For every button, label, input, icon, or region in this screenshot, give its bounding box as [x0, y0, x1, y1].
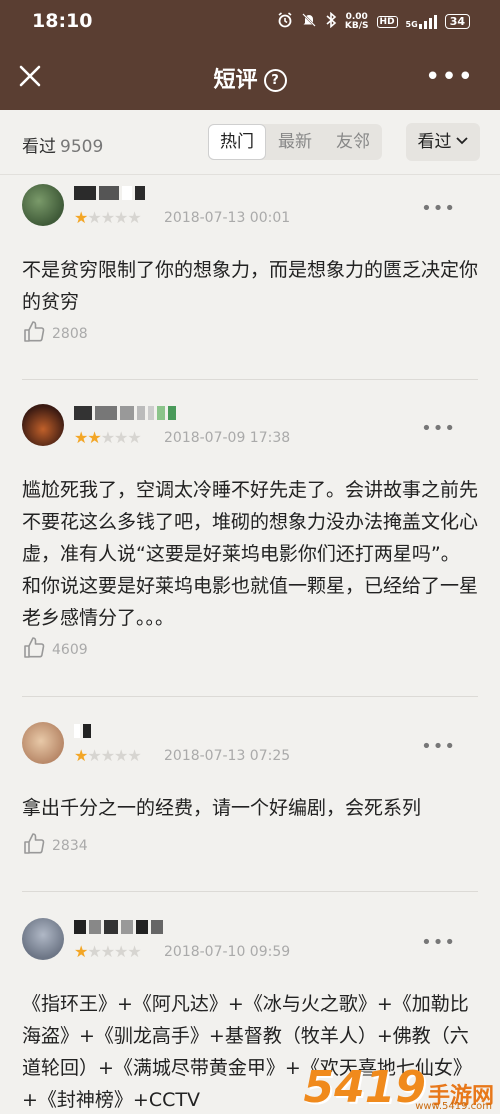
review-item: ★★★★★ 2018-07-13 00:01 ••• 不是贫穷限制了你的想象力，…: [0, 184, 500, 380]
seen-filter-dropdown[interactable]: 看过: [406, 123, 480, 161]
username-blurred[interactable]: [74, 920, 163, 934]
thumbs-up-icon: [22, 636, 46, 664]
like-count: 2834: [52, 838, 88, 854]
more-horizontal-icon[interactable]: •••: [421, 932, 456, 953]
avatar[interactable]: [22, 404, 64, 446]
question-circle-icon[interactable]: ?: [263, 69, 287, 92]
star-rating: ★★★★★: [74, 208, 142, 227]
review-text: 不是贫穷限制了你的想象力，而是想象力的匮乏决定你的贫穷: [22, 259, 479, 313]
review-date: 2018-07-13 00:01: [164, 210, 291, 226]
more-horizontal-icon[interactable]: •••: [421, 198, 456, 219]
star-rating: ★★★★★: [74, 746, 142, 765]
review-date: 2018-07-13 07:25: [164, 748, 291, 764]
signal-indicator: 5G: [405, 14, 437, 29]
network-speed: 0.00 KB/S: [344, 12, 369, 31]
seen-count-number: 9509: [60, 137, 104, 157]
avatar[interactable]: [22, 722, 64, 764]
thumbs-up-icon: [22, 832, 46, 860]
like-button[interactable]: 2834: [22, 832, 88, 860]
alarm-icon: [277, 12, 293, 31]
divider: [22, 696, 478, 697]
status-time: 18:10: [32, 10, 93, 32]
more-horizontal-icon[interactable]: •••: [421, 418, 456, 439]
watermark-number: 5419: [303, 1062, 426, 1113]
username-blurred[interactable]: [74, 406, 176, 420]
watermark-url: www.5419.com: [415, 1101, 492, 1112]
more-horizontal-icon[interactable]: •••: [425, 62, 474, 92]
network-type: 5G: [405, 19, 418, 29]
filter-bar: 看过 9509 热门 最新 友邻 看过: [0, 110, 500, 175]
divider: [22, 891, 478, 892]
like-button[interactable]: 2808: [22, 320, 88, 348]
divider: [22, 379, 478, 380]
review-item: ★★★★★ 2018-07-09 17:38 ••• 尴尬死我了，空调太冷睡不好…: [0, 404, 500, 698]
like-button[interactable]: 4609: [22, 636, 88, 664]
thumbs-up-icon: [22, 320, 46, 348]
seen-filter-label: 看过: [417, 132, 452, 152]
seen-count: 看过 9509: [22, 132, 103, 157]
seen-count-label: 看过: [22, 137, 56, 157]
hd-badge: HD: [376, 15, 398, 28]
username-blurred[interactable]: [74, 186, 145, 200]
like-count: 4609: [52, 642, 88, 658]
username-blurred[interactable]: [74, 724, 91, 738]
star-rating: ★★★★★: [74, 942, 142, 961]
tab-friends[interactable]: 友邻: [324, 124, 382, 160]
bluetooth-icon: [325, 11, 337, 31]
top-bar: 18:10 0.00 KB/S HD 5G 34 短评 ? •••: [0, 0, 500, 110]
mute-icon: [301, 12, 317, 31]
like-count: 2808: [52, 326, 88, 342]
avatar[interactable]: [22, 184, 64, 226]
speed-unit: KB/S: [344, 20, 369, 31]
site-watermark: 5419 手游网 www.5419.com: [303, 1062, 494, 1113]
review-text: 尴尬死我了，空调太冷睡不好先走了。会讲故事之前先不要花这么多钱了吧，堆砌的想象力…: [22, 479, 479, 629]
review-date: 2018-07-09 17:38: [164, 430, 291, 446]
battery-icon: 34: [444, 14, 470, 29]
review-item: ★★★★★ 2018-07-13 07:25 ••• 拿出千分之一的经费，请一个…: [0, 722, 500, 892]
status-icons: 0.00 KB/S HD 5G 34: [277, 11, 470, 31]
tab-hot[interactable]: 热门: [208, 124, 266, 160]
star-rating: ★★★★★: [74, 428, 142, 447]
review-text: 拿出千分之一的经费，请一个好编剧，会死系列: [22, 797, 422, 819]
avatar[interactable]: [22, 918, 64, 960]
status-bar: 18:10 0.00 KB/S HD 5G 34: [0, 0, 500, 44]
page-title: 短评: [213, 68, 258, 93]
review-date: 2018-07-10 09:59: [164, 944, 291, 960]
signal-bars-icon: [418, 14, 437, 29]
more-horizontal-icon[interactable]: •••: [421, 736, 456, 757]
sort-tabs: 热门 最新 友邻: [208, 124, 382, 160]
tab-latest[interactable]: 最新: [266, 124, 324, 160]
title-bar: 短评? •••: [0, 44, 500, 110]
chevron-down-icon: [452, 132, 469, 152]
